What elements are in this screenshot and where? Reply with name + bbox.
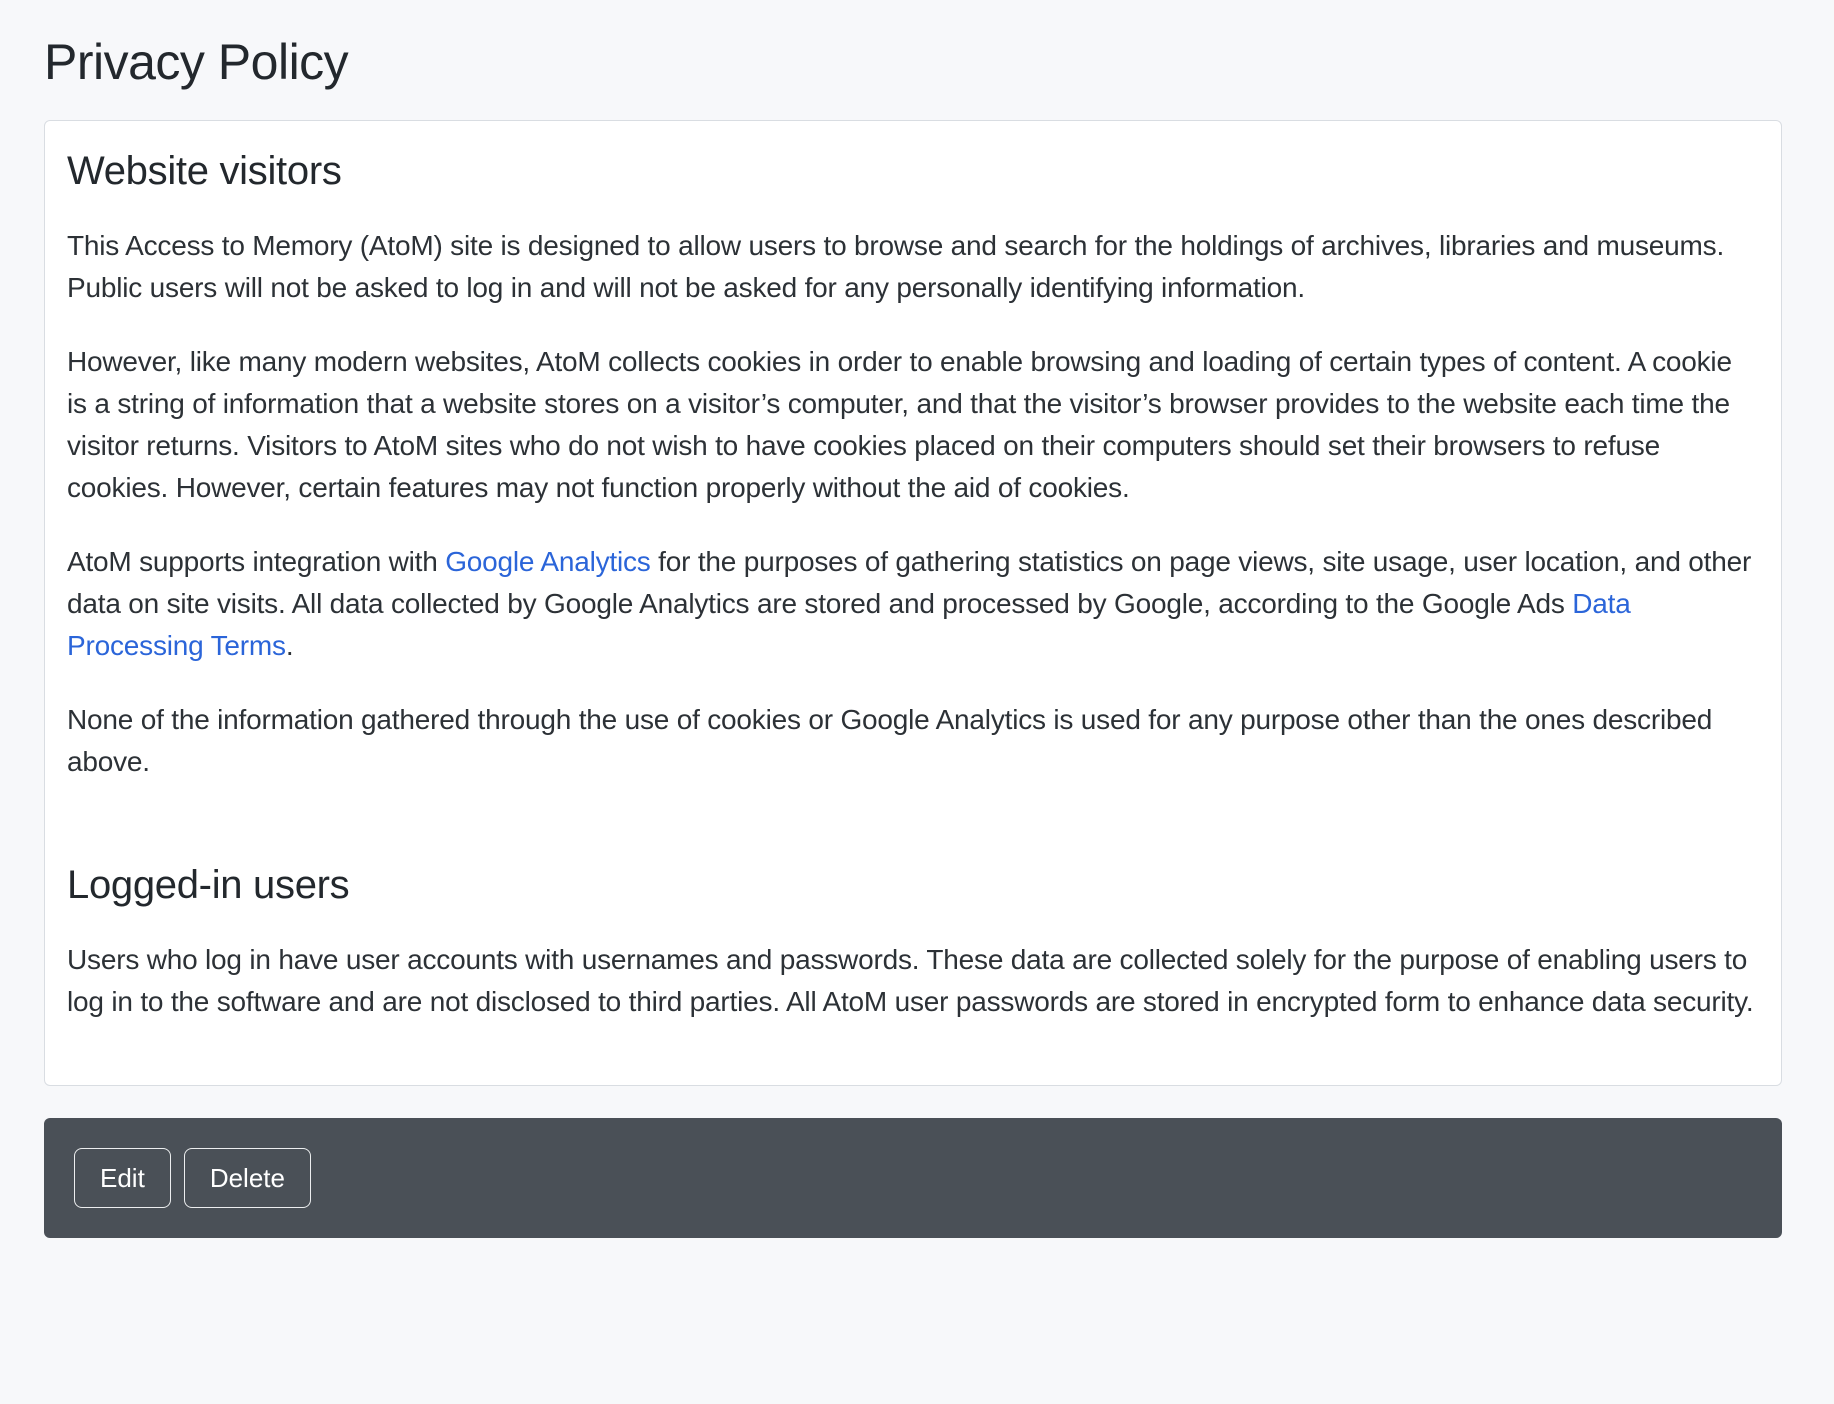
text-segment: This Access to Memory (AtoM) site is des… [67, 230, 1724, 303]
paragraph: This Access to Memory (AtoM) site is des… [67, 225, 1759, 309]
paragraph: AtoM supports integration with Google An… [67, 541, 1759, 667]
delete-button[interactable]: Delete [184, 1148, 311, 1208]
text-segment: However, like many modern websites, AtoM… [67, 346, 1732, 503]
content-sections: Website visitors This Access to Memory (A… [67, 147, 1759, 1023]
section-heading: Website visitors [67, 147, 1759, 195]
text-segment: None of the information gathered through… [67, 704, 1712, 777]
content-card: Website visitors This Access to Memory (A… [44, 120, 1782, 1086]
google-analytics-link[interactable]: Google Analytics [445, 546, 650, 577]
paragraph: However, like many modern websites, AtoM… [67, 341, 1759, 509]
actions-bar: Edit Delete [44, 1118, 1782, 1238]
privacy-policy-page: Privacy Policy Website visitors This Acce… [0, 0, 1834, 1404]
edit-button[interactable]: Edit [74, 1148, 171, 1208]
text-segment: . [286, 630, 294, 661]
section-heading: Logged-in users [67, 861, 1759, 909]
text-segment: AtoM supports integration with [67, 546, 445, 577]
text-segment: Users who log in have user accounts with… [67, 944, 1753, 1017]
paragraph: None of the information gathered through… [67, 699, 1759, 783]
paragraph: Users who log in have user accounts with… [67, 939, 1759, 1023]
page-title: Privacy Policy [44, 32, 1782, 92]
